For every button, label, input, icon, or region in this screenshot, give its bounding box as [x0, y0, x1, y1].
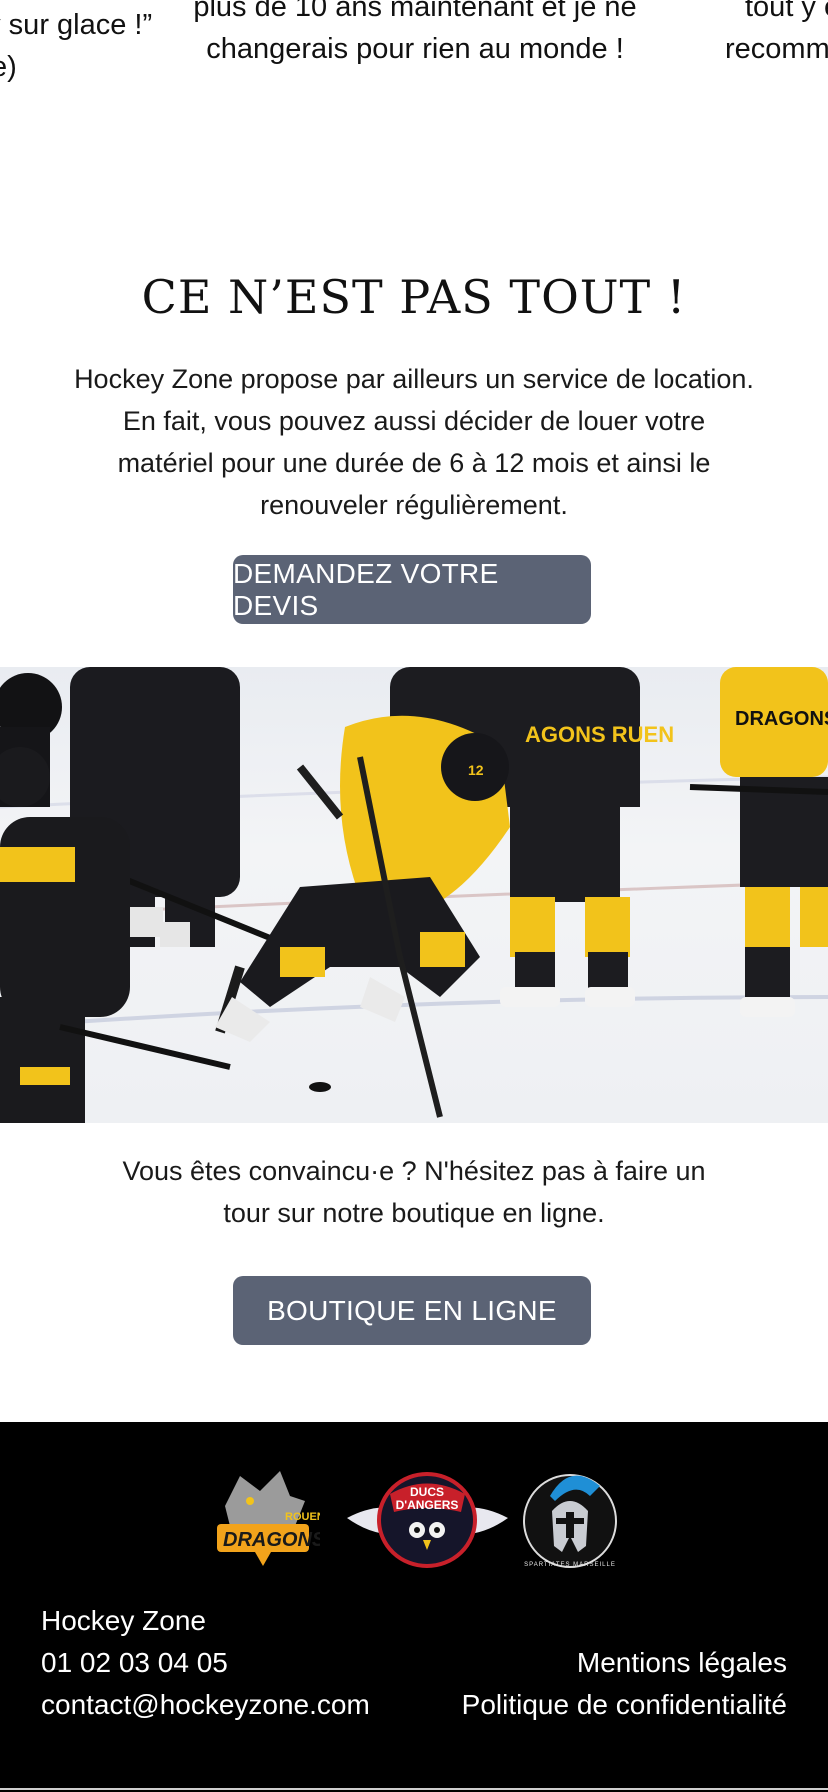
- footer: ROUEN DRAGONS DUCS D'ANGERS SPARTIATES M…: [0, 1422, 828, 1792]
- legal-notice-link[interactable]: Mentions légales: [462, 1642, 787, 1684]
- puck: [309, 1082, 331, 1092]
- request-quote-button[interactable]: DEMANDEZ VOTRE DEVIS: [233, 555, 591, 624]
- footer-email-link[interactable]: contact@hockeyzone.com: [41, 1684, 370, 1726]
- testimonial-middle-line1: plus de 10 ans maintenant et je ne: [193, 0, 637, 23]
- testimonial-left-line1: ey sur glace !”: [0, 9, 153, 41]
- footer-legal-links: Mentions légales Politique de confidenti…: [462, 1642, 787, 1726]
- request-quote-label: DEMANDEZ VOTRE DEVIS: [233, 557, 499, 621]
- spartiates-logo-text: SPARTIATES MARSEILLE: [524, 1562, 616, 1568]
- footer-phone-link[interactable]: 01 02 03 04 05: [41, 1642, 370, 1684]
- spartiates-marseille-logo[interactable]: SPARTIATES MARSEILLE: [520, 1466, 620, 1576]
- bottom-divider: [0, 1788, 828, 1790]
- testimonial-middle-line2: changerais pour rien au monde !: [206, 33, 624, 65]
- testimonials-carousel: ey sur glace !” cle) plus de 10 ans main…: [0, 0, 828, 110]
- ducs-angers-logo[interactable]: DUCS D'ANGERS: [345, 1468, 510, 1578]
- ducs-logo-line2: D'ANGERS: [396, 1498, 459, 1512]
- online-shop-button[interactable]: BOUTIQUE EN LIGNE: [233, 1276, 591, 1345]
- footer-contact: Hockey Zone 01 02 03 04 05 contact@hocke…: [41, 1600, 370, 1726]
- ducs-logo-line1: DUCS: [410, 1485, 444, 1499]
- testimonial-right-line2: recomma: [725, 33, 828, 65]
- hockey-photo: AGONS RUEN DRAGONS ROUEN 12: [0, 667, 828, 1123]
- partner-logos: ROUEN DRAGONS DUCS D'ANGERS SPARTIATES M…: [0, 1466, 828, 1586]
- testimonial-middle: plus de 10 ans maintenant et je ne chang…: [180, 0, 650, 70]
- skater-main: 12: [215, 715, 510, 1118]
- jersey-text-right: DRAGONS ROUEN: [735, 708, 828, 730]
- jersey-text: AGONS RUEN: [525, 722, 674, 747]
- jersey-number: 12: [468, 762, 484, 778]
- dragons-rouen-logo[interactable]: ROUEN DRAGONS: [205, 1466, 320, 1576]
- rental-title: CE N’EST PAS TOUT !: [141, 270, 687, 324]
- dragons-logo-text: DRAGONS: [223, 1529, 320, 1551]
- testimonial-right-line1: tout y e: [745, 0, 828, 23]
- testimonial-left-line2: cle): [0, 51, 17, 83]
- online-shop-label: BOUTIQUE EN LIGNE: [267, 1294, 557, 1326]
- dragons-logo-top: ROUEN: [285, 1511, 320, 1523]
- footer-company-name: Hockey Zone: [41, 1605, 206, 1636]
- skater-right: DRAGONS ROUEN: [689, 667, 828, 1017]
- testimonial-right: tout y e recomma: [725, 0, 828, 70]
- testimonial-left: ey sur glace !” cle): [0, 4, 152, 88]
- shop-description: Vous êtes convaincu·e ? N'hésitez pas à …: [122, 1156, 706, 1228]
- rental-description: Hockey Zone propose par ailleurs un serv…: [74, 364, 754, 520]
- privacy-policy-link[interactable]: Politique de confidentialité: [462, 1684, 787, 1726]
